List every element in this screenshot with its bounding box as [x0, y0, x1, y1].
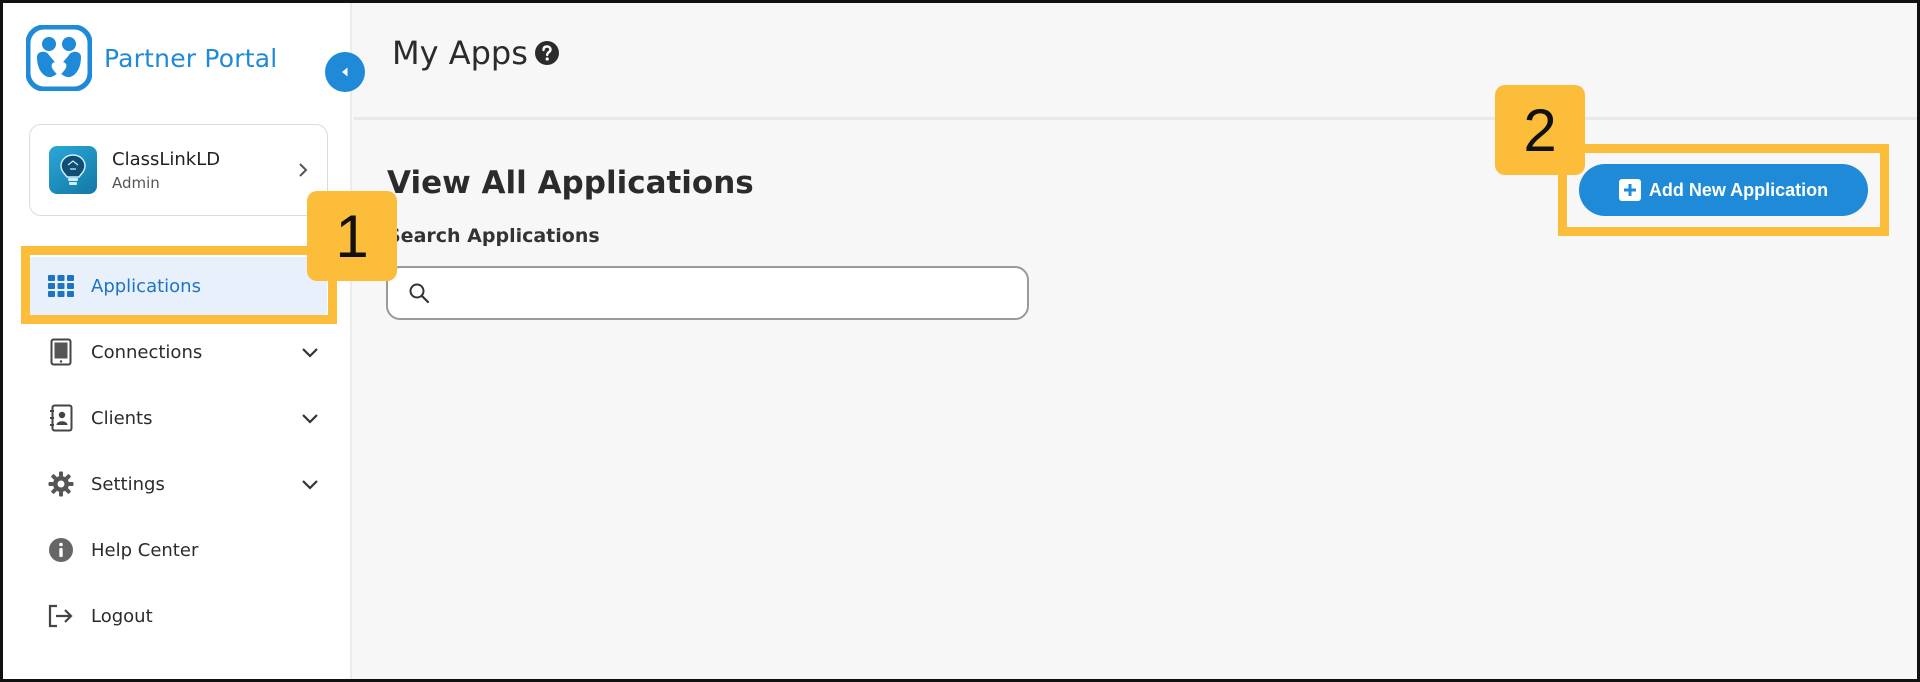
- page-header: My Apps: [354, 3, 1917, 120]
- page-title: My Apps: [392, 34, 560, 72]
- chevron-right-icon: [299, 163, 308, 177]
- callout-badge-2: 2: [1495, 85, 1585, 175]
- chevron-down-icon[interactable]: [299, 341, 321, 363]
- section-title: View All Applications: [387, 165, 754, 201]
- callout-highlight-add-application: [1558, 144, 1889, 236]
- sidebar-item-help-center[interactable]: Help Center: [27, 517, 327, 583]
- callout-highlight-applications: [21, 246, 337, 324]
- info-icon: [47, 536, 75, 564]
- account-role: Admin: [112, 173, 160, 192]
- question-circle-icon[interactable]: [534, 40, 560, 66]
- sidebar-item-settings[interactable]: Settings: [27, 451, 327, 517]
- contact-book-icon: [47, 404, 75, 432]
- sidebar-item-logout[interactable]: Logout: [27, 583, 327, 649]
- account-switcher[interactable]: ClassLinkLD Admin: [29, 124, 328, 216]
- sidebar-item-clients[interactable]: Clients: [27, 385, 327, 451]
- account-avatar: [49, 146, 97, 194]
- sidebar-item-label: Logout: [91, 605, 153, 627]
- sidebar-item-label: Settings: [91, 473, 165, 495]
- tablet-icon: [47, 338, 75, 366]
- search-field[interactable]: [386, 266, 1029, 320]
- search-input[interactable]: [440, 268, 1027, 318]
- lightbulb-icon: [60, 154, 86, 185]
- logout-icon: [47, 602, 75, 630]
- partner-portal-logo-icon: [26, 25, 92, 91]
- search-label: Search Applications: [387, 225, 600, 247]
- sidebar-item-label: Help Center: [91, 539, 199, 561]
- sidebar-item-label: Clients: [91, 407, 153, 429]
- chevron-down-icon[interactable]: [299, 473, 321, 495]
- sidebar: Partner Portal ClassLinkLD Admin Applica…: [3, 3, 352, 679]
- brand-name: Partner Portal: [104, 43, 278, 73]
- sidebar-item-label: Connections: [91, 341, 203, 363]
- account-name: ClassLinkLD: [112, 148, 221, 170]
- app-window: Partner Portal ClassLinkLD Admin Applica…: [0, 0, 1920, 682]
- gear-icon: [47, 470, 75, 498]
- chevron-down-icon[interactable]: [299, 407, 321, 429]
- caret-left-icon: [342, 67, 348, 77]
- sidebar-item-connections[interactable]: Connections: [27, 319, 327, 385]
- callout-badge-1: 1: [307, 191, 397, 281]
- brand[interactable]: Partner Portal: [26, 25, 277, 91]
- page-title-text: My Apps: [392, 34, 528, 72]
- collapse-sidebar-button[interactable]: [325, 52, 365, 92]
- search-icon: [409, 283, 430, 304]
